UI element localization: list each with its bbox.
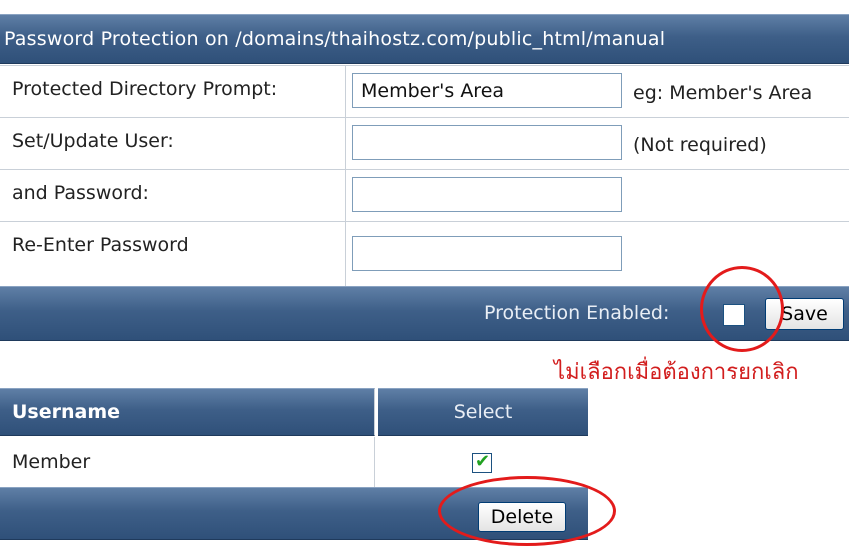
select-user-checkbox[interactable]: ✔ [472, 451, 492, 473]
annotation-circle-checkbox [700, 266, 784, 352]
select-column-header: Select [378, 388, 588, 436]
form-row-user: Set/Update User: (Not required) [0, 117, 849, 170]
annotation-note: ไม่เลือกเมื่อต้องการยกเลิก [554, 360, 799, 385]
user-input[interactable] [352, 125, 622, 160]
user-hint: (Not required) [633, 134, 767, 156]
select-header-label: Select [453, 401, 513, 423]
page-title: Password Protection on /domains/thaihost… [4, 28, 666, 50]
password-label: and Password: [0, 170, 346, 222]
user-label: Set/Update User: [0, 118, 346, 170]
checkmark-icon: ✔ [475, 451, 491, 472]
annotation-circle-delete [438, 476, 616, 546]
username-column-header: Username [0, 388, 375, 436]
reenter-password-input[interactable] [352, 236, 622, 271]
prompt-input[interactable] [352, 73, 622, 108]
username-cell: Member [0, 437, 375, 487]
form-row-password: and Password: [0, 169, 849, 222]
password-input[interactable] [352, 177, 622, 212]
reenter-label: Re-Enter Password [0, 222, 346, 287]
protection-enabled-label: Protection Enabled: [484, 302, 670, 324]
prompt-label: Protected Directory Prompt: [0, 66, 346, 118]
title-bar: Password Protection on /domains/thaihost… [0, 14, 849, 64]
username-header-label: Username [12, 401, 121, 423]
form-row-prompt: Protected Directory Prompt: eg: Member's… [0, 65, 849, 118]
prompt-hint: eg: Member's Area [633, 82, 813, 104]
